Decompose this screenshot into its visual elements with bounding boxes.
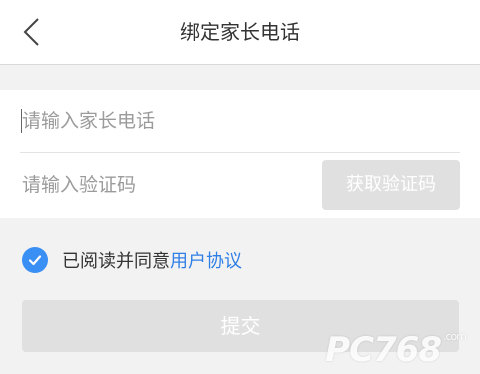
bind-parent-phone-screen: 绑定家长电话 获取验证码 已阅读并同意 用户协议 提交 PC768.com bbox=[0, 0, 480, 374]
top-bar: 绑定家长电话 bbox=[0, 0, 480, 65]
watermark-text: PC768 bbox=[325, 330, 442, 370]
get-code-button[interactable]: 获取验证码 bbox=[322, 160, 460, 210]
watermark-suffix: .com bbox=[443, 330, 467, 343]
text-caret bbox=[21, 109, 22, 133]
verification-code-input[interactable] bbox=[20, 154, 312, 216]
bind-form: 获取验证码 bbox=[0, 90, 480, 218]
watermark-logo: PC768 .com bbox=[325, 330, 467, 370]
phone-row bbox=[20, 90, 460, 153]
check-icon bbox=[28, 255, 42, 266]
page-title: 绑定家长电话 bbox=[180, 20, 300, 44]
agreement-checkbox[interactable] bbox=[22, 247, 48, 273]
agreement-text: 已阅读并同意 bbox=[62, 251, 170, 272]
agreement-row: 已阅读并同意 用户协议 bbox=[22, 246, 242, 274]
parent-phone-input[interactable] bbox=[20, 90, 312, 152]
user-agreement-link[interactable]: 用户协议 bbox=[170, 247, 242, 273]
code-row: 获取验证码 bbox=[20, 154, 460, 216]
